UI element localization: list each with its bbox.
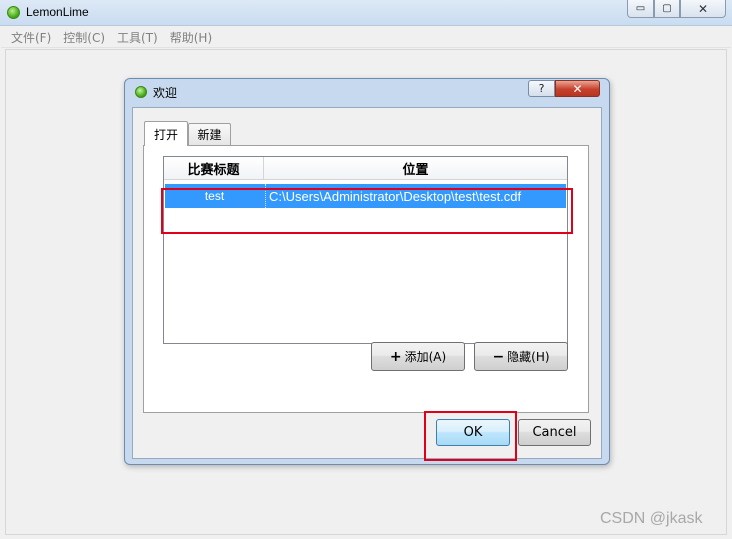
main-window: LemonLime ▭ ▢ ✕ 文件(F) 控制(C) 工具(T) 帮助(H) …	[0, 0, 732, 539]
column-header-location[interactable]: 位置	[264, 157, 567, 180]
help-button[interactable]: ?	[528, 80, 555, 97]
tab-new[interactable]: 新建	[188, 123, 231, 145]
menu-bar: 文件(F) 控制(C) 工具(T) 帮助(H)	[1, 27, 731, 48]
menu-help[interactable]: 帮助(H)	[170, 29, 212, 46]
highlight-row-annotation	[161, 188, 573, 234]
menu-file[interactable]: 文件(F)	[11, 29, 51, 46]
dialog-title: 欢迎	[153, 86, 178, 100]
lemonlime-dialog-icon	[135, 86, 147, 98]
add-button[interactable]: + 添加(A)	[371, 342, 465, 371]
tab-open[interactable]: 打开	[144, 121, 188, 146]
hide-button[interactable]: − 隐藏(H)	[474, 342, 568, 371]
hide-button-label: 隐藏(H)	[507, 350, 550, 364]
maximize-button[interactable]: ▢	[654, 0, 680, 18]
title-bar: LemonLime ▭ ▢ ✕	[0, 0, 732, 26]
tab-panel-open: 比赛标题 位置 test C:\Users\Administrator\Desk…	[143, 145, 589, 413]
watermark: CSDN @jkask	[600, 510, 703, 527]
add-button-label: 添加(A)	[404, 350, 447, 364]
minus-icon: −	[492, 348, 505, 365]
window-controls: ▭ ▢ ✕	[627, 0, 726, 18]
menu-tools[interactable]: 工具(T)	[117, 29, 158, 46]
minimize-button[interactable]: ▭	[627, 0, 654, 18]
menu-control[interactable]: 控制(C)	[63, 29, 105, 46]
contest-table: 比赛标题 位置 test C:\Users\Administrator\Desk…	[163, 156, 568, 344]
column-header-title[interactable]: 比赛标题	[164, 157, 264, 180]
dialog-body: 打开 新建 比赛标题 位置 test C:\Users\Administrato…	[132, 107, 602, 459]
lemonlime-app-icon	[7, 6, 20, 19]
cancel-button[interactable]: Cancel	[518, 419, 591, 446]
plus-icon: +	[389, 348, 402, 365]
dialog-close-button[interactable]: ✕	[555, 80, 600, 97]
welcome-dialog: 欢迎 ? ✕ 打开 新建 比赛标题 位置 test C:\Users\Admin…	[124, 78, 610, 465]
dialog-title-bar: 欢迎 ? ✕	[125, 79, 609, 105]
close-button[interactable]: ✕	[680, 0, 726, 18]
app-title: LemonLime	[26, 5, 89, 19]
highlight-ok-annotation	[424, 411, 517, 461]
